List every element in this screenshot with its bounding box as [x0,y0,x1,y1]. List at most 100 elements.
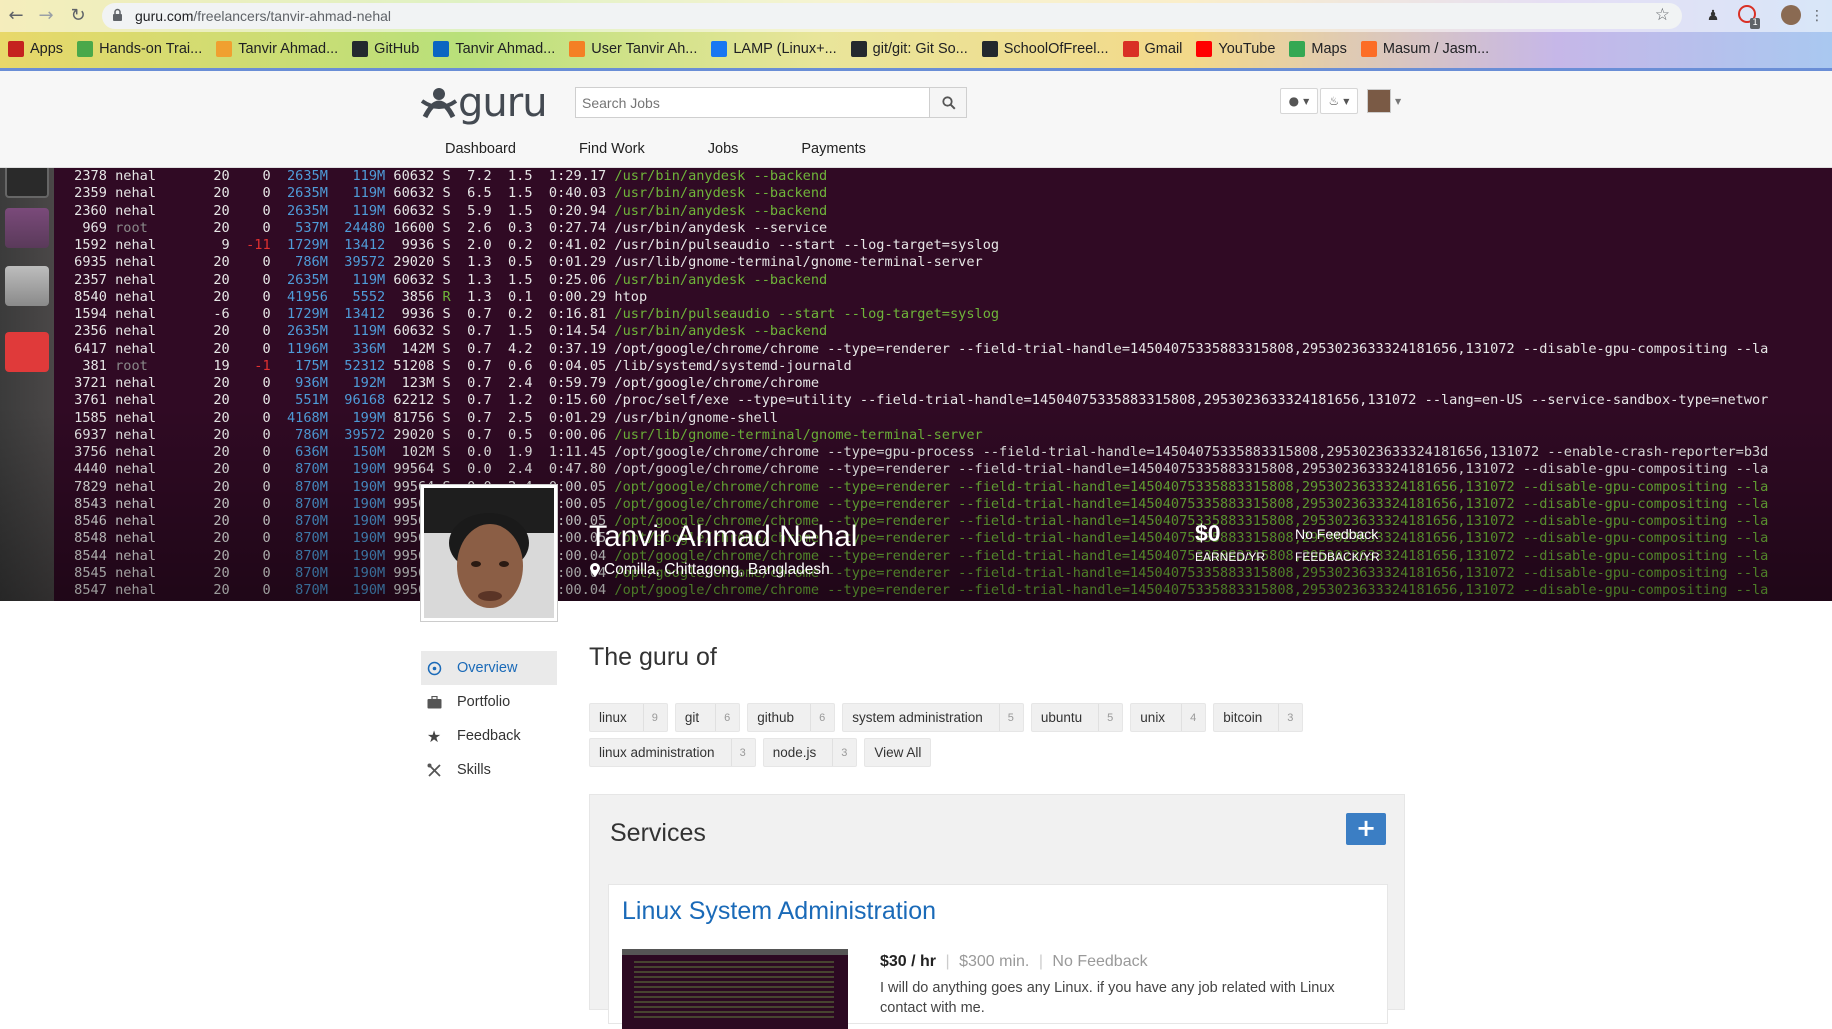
bookmark-label: Tanvir Ahmad... [238,41,339,57]
gitlab-icon [1360,41,1377,57]
stackoverflow-icon [569,41,586,57]
bookmark-label: LAMP (Linux+... [733,41,837,57]
sidebar-item-feedback[interactable]: ★ Feedback [421,719,557,753]
skill-tag[interactable]: git 6 [674,703,741,732]
add-service-button[interactable]: + [1346,813,1386,845]
chevron-down-icon: ▼ [1395,96,1402,106]
bookmark-label: Masum / Jasm... [1382,41,1490,57]
sidebar-item-skills[interactable]: Skills [421,753,557,787]
view-all-button[interactable]: View All [864,738,932,767]
bookmark-star-icon[interactable]: ☆ [1655,5,1670,25]
forward-icon[interactable]: → [34,4,58,28]
earned-value: $0 [1195,520,1221,546]
star-icon: ★ [426,726,442,746]
profile-name: Tanvir Ahmad Nehal [589,520,858,553]
bookmark-label: User Tanvir Ah... [591,41,698,57]
service-thumbnail[interactable] [622,949,848,1029]
profile-cover: 2378 nehal 20 0 2635M 119M 60632 S 7.2 1… [0,168,1832,601]
feedback-label: FEEDBACK/YR [1295,550,1380,564]
bookmarks-bar: Apps Hands-on Trai... Tanvir Ahmad... GitHu… [0,34,1832,64]
skill-tag[interactable]: linux administration 3 [589,738,756,767]
chat-icon: ● [1288,94,1300,108]
bookmark-item[interactable]: Tanvir Ahmad... [216,41,338,57]
bookmark-item[interactable]: Maps [1289,41,1347,57]
skill-tag[interactable]: bitcoin 3 [1213,703,1304,732]
skill-tag-count: 5 [998,704,1014,731]
bookmark-item[interactable]: YouTube [1196,41,1275,57]
bookmark-item[interactable]: LAMP (Linux+... [711,41,837,57]
github-icon [352,41,369,57]
extension-badge-icon[interactable]: 1 [1736,5,1760,29]
skill-tag[interactable]: node.js 3 [762,738,858,767]
bookmark-item[interactable]: Gmail [1122,41,1183,57]
nav-jobs[interactable]: Jobs [708,141,739,157]
extension-icon[interactable]: ♟ [1702,5,1724,27]
skill-tag-count: 9 [642,704,658,731]
nav-find-work[interactable]: Find Work [579,141,645,157]
search-input[interactable] [576,88,929,117]
training-favicon [77,41,94,57]
back-icon[interactable]: ← [4,4,28,28]
nav-payments[interactable]: Payments [801,141,865,157]
skill-tag[interactable]: github 6 [747,703,836,732]
messages-dropdown[interactable]: ● ▼ [1280,88,1318,114]
bookmark-item[interactable]: Masum / Jasm... [1360,41,1490,57]
apps-grid-icon [8,41,24,57]
bookmark-label: Maps [1311,41,1347,57]
earned-label: EARNED/YR [1195,550,1266,564]
sidebar-item-overview[interactable]: Overview [421,651,557,685]
bookmark-label: Hands-on Trai... [99,41,203,57]
skill-tag-label: linux [599,710,627,725]
guru-logo[interactable]: guru [420,80,556,126]
skill-tag[interactable]: system administration 5 [842,703,1024,732]
skill-tag[interactable]: linux 9 [589,703,668,732]
skill-tag-label: github [757,710,795,725]
bookmark-label: Gmail [1144,41,1183,57]
bookmark-label: Apps [30,41,64,57]
header-avatar [1367,89,1391,113]
notifications-dropdown[interactable]: ♨ ▼ [1320,88,1358,114]
bookmark-item[interactable]: GitHub [352,41,419,57]
bookmark-item[interactable]: Apps [8,41,63,57]
skill-tag-label: system administration [852,710,983,725]
github-icon [981,41,998,57]
profile-avatar-icon[interactable] [1780,5,1802,27]
profile-favicon [216,41,233,57]
search-button[interactable] [929,87,967,118]
bookmark-label: Tanvir Ahmad... [455,41,556,57]
reload-icon[interactable]: ↻ [66,4,90,28]
skill-tag[interactable]: unix 4 [1130,703,1207,732]
url-domain: guru.com [135,8,194,24]
bookmark-item[interactable]: Tanvir Ahmad... [433,41,555,57]
cover-shade [0,168,1832,601]
bookmark-item[interactable]: User Tanvir Ah... [569,41,697,57]
skill-tag-count: 3 [832,739,847,766]
account-dropdown[interactable]: ▼ [1367,88,1407,114]
nav-dashboard[interactable]: Dashboard [445,141,516,157]
extension-badge-count: 1 [1750,18,1760,29]
view-all-label: View All [874,745,922,760]
bookmark-item[interactable]: Hands-on Trai... [77,41,202,57]
chrome-menu-icon[interactable]: ⋮ [1806,5,1828,27]
skill-tag-label: linux administration [599,745,715,760]
url-bar[interactable]: guru.com/freelancers/tanvir-ahmad-nehal … [102,3,1682,29]
services-panel: Services + Linux System Administration $… [589,794,1405,1029]
profile-location: Comilla, Chittagong, Bangladesh [590,561,830,579]
profile-photo [421,485,557,621]
address-row: ← → ↻ guru.com/freelancers/tanvir-ahmad-… [0,0,1832,32]
skill-tag[interactable]: ubuntu 5 [1030,703,1124,732]
skill-tag-count: 6 [810,704,825,731]
profile-photo-image [424,488,554,618]
bookmark-label: YouTube [1218,41,1276,57]
guru-nav: Dashboard Find Work Jobs Payments [445,141,929,157]
search-box [575,87,929,118]
linkedin-icon [433,41,450,57]
bookmark-item[interactable]: git/git: Git So... [850,41,968,57]
sidebar-item-label: Feedback [457,728,521,744]
browser-chrome: ← → ↻ guru.com/freelancers/tanvir-ahmad-… [0,0,1832,68]
bookmark-item[interactable]: SchoolOfFreel... [981,41,1109,57]
feedback-value: No Feedback [1295,526,1379,542]
search-icon [942,96,956,110]
sidebar-item-portfolio[interactable]: Portfolio [421,685,557,719]
service-title[interactable]: Linux System Administration [622,897,936,926]
